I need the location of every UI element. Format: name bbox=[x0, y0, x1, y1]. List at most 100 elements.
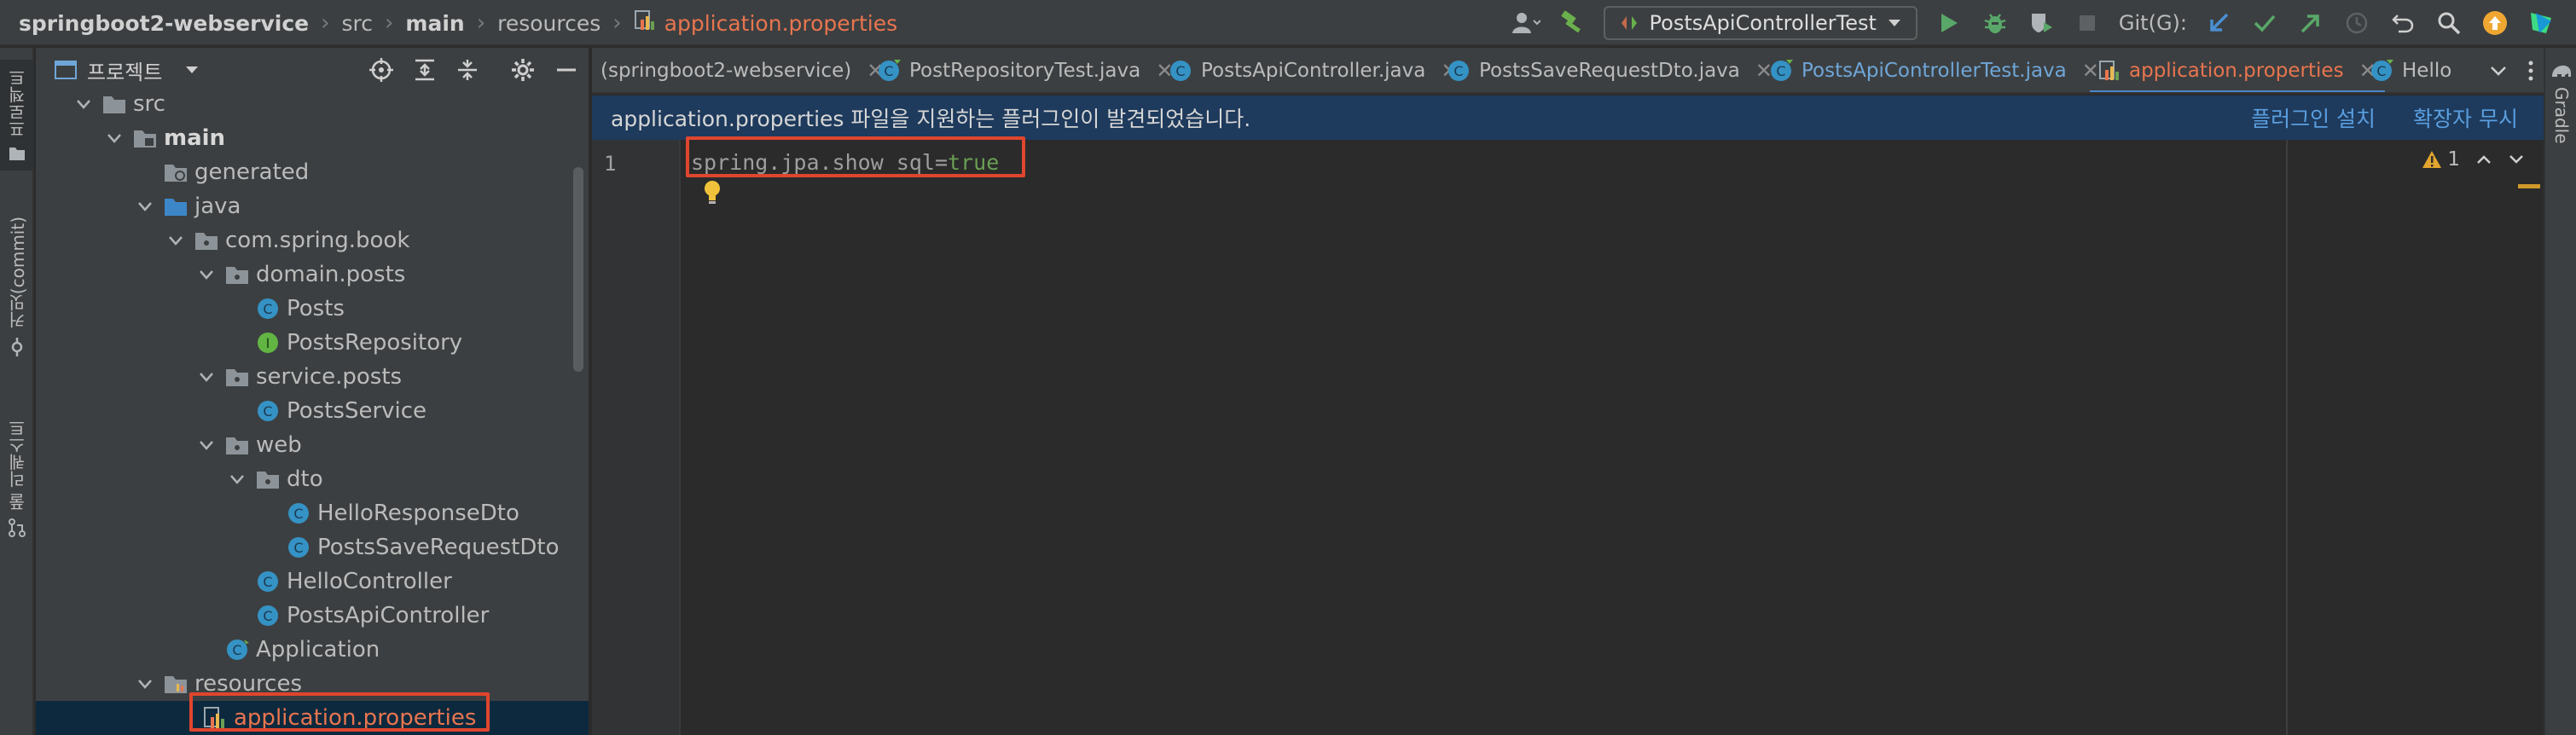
breadcrumb-separator: › bbox=[385, 10, 394, 36]
editor-gutter: 1 bbox=[592, 140, 681, 735]
hide-panel-icon[interactable] bbox=[554, 58, 578, 82]
chevron-down-icon[interactable] bbox=[104, 128, 125, 148]
class-icon: C bbox=[1170, 61, 1191, 81]
tree-node-application[interactable]: C Application bbox=[36, 633, 589, 667]
code-line[interactable]: spring.jpa.show_sql=true bbox=[691, 150, 999, 175]
search-icon[interactable] bbox=[2434, 9, 2463, 38]
git-push-icon[interactable] bbox=[2296, 9, 2325, 38]
tabs-dropdown-icon[interactable] bbox=[2489, 65, 2508, 77]
svg-text:C: C bbox=[293, 540, 303, 556]
toolbar-actions: PostsApiControllerTest Git(G): bbox=[1511, 0, 2556, 46]
stop-icon[interactable] bbox=[2073, 9, 2102, 38]
tree-node-posts-repository[interactable]: I PostsRepository bbox=[36, 326, 589, 360]
tree-node-posts-save-request-dto[interactable]: C PostsSaveRequestDto bbox=[36, 530, 589, 564]
expand-all-icon[interactable] bbox=[413, 58, 437, 82]
package-icon bbox=[225, 263, 249, 286]
tab-label: PostsSaveRequestDto.java bbox=[1479, 60, 1740, 82]
tree-node-label: PostsSaveRequestDto bbox=[317, 535, 560, 560]
rollback-icon[interactable] bbox=[2388, 9, 2417, 38]
debug-icon[interactable] bbox=[1981, 9, 2010, 38]
tree-node-src[interactable]: src bbox=[36, 87, 589, 121]
next-highlight-icon[interactable] bbox=[2508, 153, 2525, 165]
more-options-icon[interactable] bbox=[2527, 60, 2535, 82]
project-tool-tab[interactable]: 프로젝트 bbox=[0, 60, 34, 171]
intention-bulb-icon[interactable] bbox=[701, 179, 723, 208]
tree-node-posts-api-controller[interactable]: C PostsApiController bbox=[36, 599, 589, 633]
right-margin-guide bbox=[2286, 140, 2288, 735]
breadcrumb-src[interactable]: src bbox=[342, 11, 374, 36]
tree-node-main[interactable]: main bbox=[36, 121, 589, 155]
tree-node-hello-controller[interactable]: C HelloController bbox=[36, 564, 589, 599]
tree-node-application-properties[interactable]: application.properties bbox=[36, 701, 589, 735]
ignore-extension-link[interactable]: 확장자 무시 bbox=[2413, 102, 2518, 133]
tree-node-com-spring-book[interactable]: com.spring.book bbox=[36, 223, 589, 258]
jetbrains-toolbox-icon[interactable] bbox=[2527, 9, 2556, 38]
tab-posts-api-controller[interactable]: C PostsApiController.java ✕ bbox=[1169, 48, 1458, 92]
tree-node-resources[interactable]: resources bbox=[36, 667, 589, 701]
ide-update-icon[interactable] bbox=[2480, 9, 2509, 38]
test-class-icon: C bbox=[1771, 60, 1793, 81]
chevron-down-icon[interactable] bbox=[135, 674, 155, 694]
breadcrumb-current-file[interactable]: application.properties bbox=[664, 11, 897, 36]
chevron-down-icon bbox=[1888, 20, 1900, 26]
tab-posts-save-request-dto[interactable]: C PostsSaveRequestDto.java ✕ bbox=[1447, 48, 1772, 92]
user-icon[interactable] bbox=[1511, 9, 1540, 38]
banner-message: application.properties 파일을 지원하는 플러그인이 발견… bbox=[611, 107, 1251, 131]
run-icon[interactable] bbox=[1935, 9, 1964, 38]
commit-tool-tab[interactable]: 커밋(commit) bbox=[0, 184, 34, 389]
coverage-icon[interactable] bbox=[2027, 9, 2056, 38]
chevron-down-icon[interactable] bbox=[227, 469, 247, 489]
right-tool-window-strip: Gradle bbox=[2544, 48, 2576, 735]
tree-node-web[interactable]: web bbox=[36, 428, 589, 462]
run-configuration-select[interactable]: PostsApiControllerTest bbox=[1603, 6, 1917, 40]
tab-application-properties[interactable]: application.properties ✕ bbox=[2090, 48, 2385, 92]
chevron-down-icon[interactable] bbox=[135, 196, 155, 217]
tree-node-posts-service[interactable]: C PostsService bbox=[36, 394, 589, 428]
chevron-down-icon[interactable] bbox=[196, 264, 217, 285]
class-icon: C bbox=[256, 570, 280, 593]
project-view-selector[interactable]: 프로젝트 bbox=[55, 55, 200, 85]
tree-node-java[interactable]: java bbox=[36, 189, 589, 223]
tree-node-domain-posts[interactable]: domain.posts bbox=[36, 258, 589, 292]
project-tree-scrollbar[interactable] bbox=[573, 167, 583, 372]
tab-posts-api-controller-test[interactable]: C PostsApiControllerTest.java ✕ bbox=[1769, 48, 2099, 92]
close-icon[interactable]: ✕ bbox=[2082, 59, 2099, 83]
previous-highlight-icon[interactable] bbox=[2475, 153, 2492, 165]
tree-node-service-posts[interactable]: service.posts bbox=[36, 360, 589, 394]
project-window-icon bbox=[55, 61, 77, 79]
error-stripe-warning-mark[interactable] bbox=[2518, 184, 2540, 188]
tree-node-generated[interactable]: generated bbox=[36, 155, 589, 189]
breadcrumb-separator: › bbox=[476, 10, 486, 36]
tree-node-posts[interactable]: C Posts bbox=[36, 292, 589, 326]
svg-text:I: I bbox=[266, 335, 270, 351]
folder-icon bbox=[133, 126, 157, 150]
git-update-icon[interactable] bbox=[2204, 9, 2233, 38]
svg-text:C: C bbox=[1776, 63, 1785, 79]
history-clock-icon[interactable] bbox=[2342, 9, 2371, 38]
breadcrumb-main[interactable]: main bbox=[405, 11, 464, 36]
chevron-down-icon[interactable] bbox=[165, 230, 186, 251]
tab-hello[interactable]: C Hello bbox=[2370, 48, 2451, 92]
warning-indicator[interactable]: 1 bbox=[2422, 148, 2460, 171]
gear-icon[interactable] bbox=[510, 57, 536, 83]
tree-node-dto[interactable]: dto bbox=[36, 462, 589, 496]
tab-springboot2-webservice[interactable]: (springboot2-webservice) ✕ bbox=[600, 48, 884, 92]
gradle-tool-tab[interactable]: Gradle bbox=[2545, 61, 2576, 144]
build-hammer-icon[interactable] bbox=[1558, 9, 1587, 38]
tree-node-hello-response-dto[interactable]: C HelloResponseDto bbox=[36, 496, 589, 530]
breadcrumb-project[interactable]: springboot2-webservice bbox=[19, 11, 309, 36]
commit-icon bbox=[11, 337, 23, 356]
locate-file-icon[interactable] bbox=[368, 57, 394, 83]
collapse-all-icon[interactable] bbox=[455, 58, 479, 82]
chevron-down-icon[interactable] bbox=[196, 435, 217, 455]
package-icon bbox=[256, 467, 280, 491]
git-commit-icon[interactable] bbox=[2250, 9, 2279, 38]
chevron-down-icon[interactable] bbox=[73, 94, 94, 114]
tab-label: PostsApiController.java bbox=[1201, 60, 1426, 82]
pull-requests-tool-tab[interactable]: 풀 리퀘스트 bbox=[0, 406, 34, 551]
svg-text:C: C bbox=[263, 403, 272, 420]
tab-post-repository-test[interactable]: C PostRepositoryTest.java ✕ bbox=[877, 48, 1173, 92]
install-plugin-link[interactable]: 플러그인 설치 bbox=[2251, 102, 2376, 133]
breadcrumb-resources[interactable]: resources bbox=[497, 11, 600, 36]
chevron-down-icon[interactable] bbox=[196, 367, 217, 387]
